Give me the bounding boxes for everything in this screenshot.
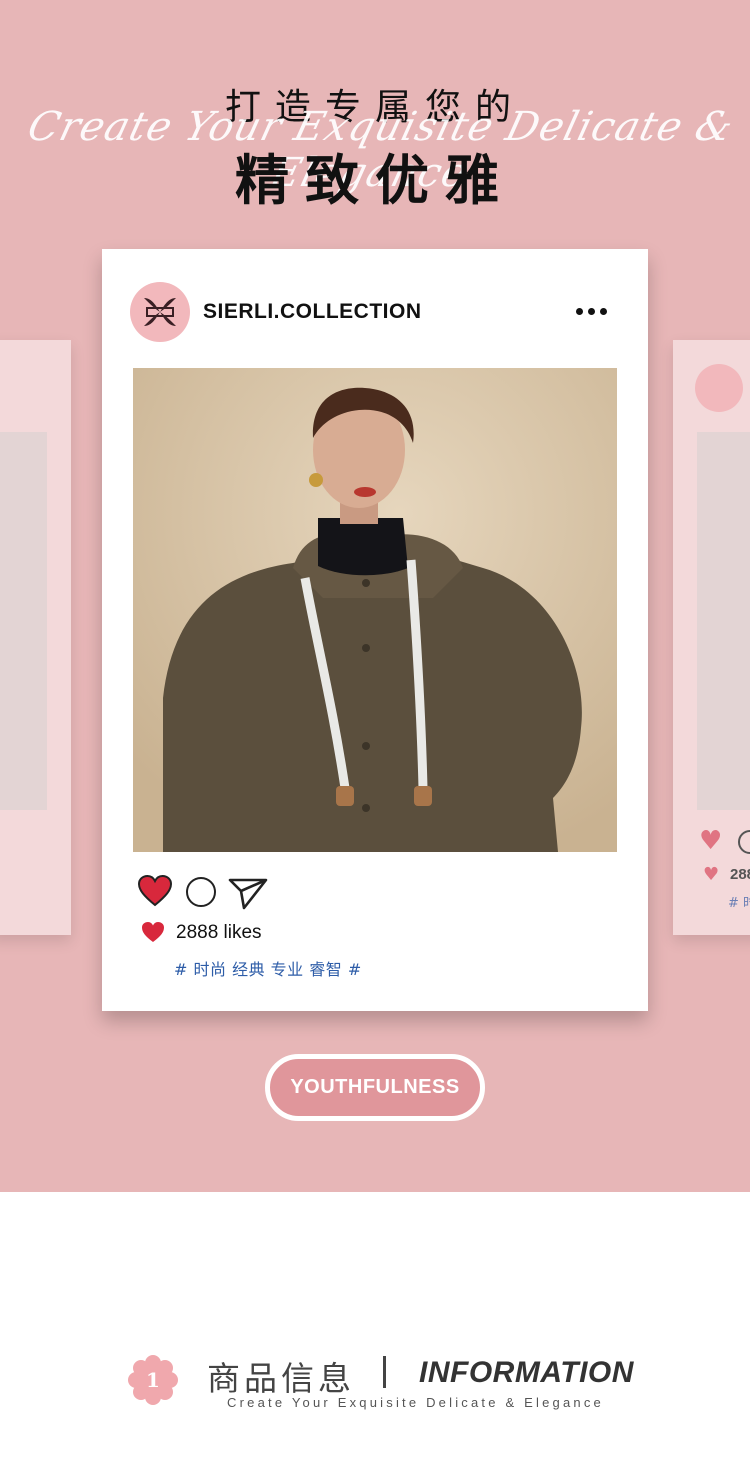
side-card-left [0,340,71,935]
youthfulness-badge: YOUTHFULNESS [265,1054,485,1121]
heart-icon: ♥ [699,826,723,856]
likes-count: 2888 likes [176,922,262,943]
side-card-photo-placeholder [0,432,47,810]
side-card-avatar [695,364,743,412]
likes-heart-icon [142,922,164,942]
share-send-icon[interactable] [228,876,268,910]
account-handle[interactable]: SIERLI.COLLECTION [203,300,422,324]
post-card: SIERLI.COLLECTION 2888 likes # 时尚 经典 专业 … [102,249,648,1011]
info-subtitle: Create Your Exquisite Delicate & Eleganc… [227,1395,604,1410]
side-card-tags: # 时 [728,896,750,911]
brand-logo-icon [144,298,176,326]
post-photo [133,368,617,852]
comment-icon [738,830,750,854]
profile-avatar[interactable] [130,282,190,342]
section-number: 1 [146,1368,160,1392]
info-title-cn: 商品信息 [207,1359,355,1398]
hero-section: 打造专属您的 Create Your Exquisite Delicate & … [0,0,750,1192]
side-card-likes: 288 [730,866,750,883]
title-divider [383,1356,386,1388]
comment-icon[interactable] [186,877,216,907]
side-card-photo-placeholder [697,432,750,810]
side-card-right: ♥ ♥ 288 # 时 [673,340,750,935]
headline-main: 精致优雅 [235,149,515,212]
more-options-icon[interactable] [576,302,616,320]
post-hashtags[interactable]: # 时尚 经典 专业 睿智 # [174,956,362,980]
heart-icon: ♥ [703,864,720,885]
info-title-en: INFORMATION [419,1356,634,1389]
like-heart-icon[interactable] [138,875,172,907]
